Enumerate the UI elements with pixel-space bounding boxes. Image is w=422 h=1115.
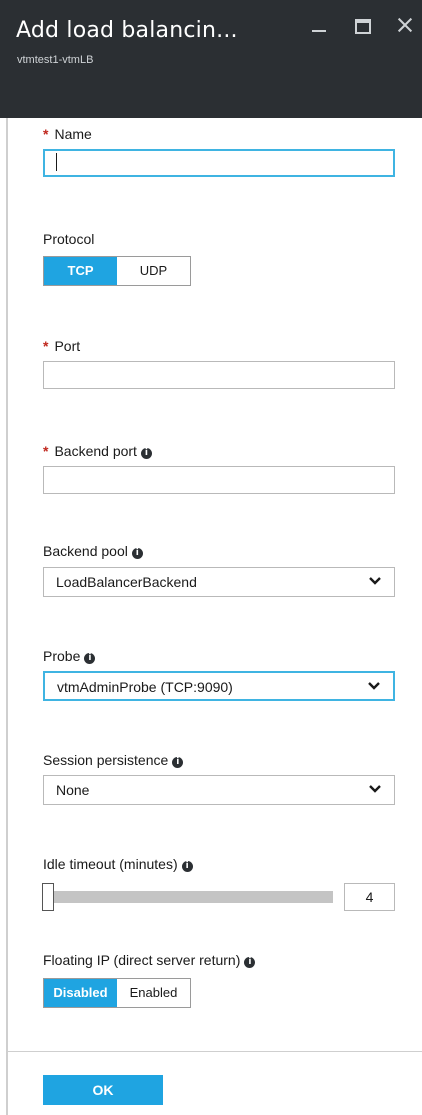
session-persistence-label: Session persistence i: [43, 752, 184, 768]
name-label: * Name: [43, 126, 92, 142]
probe-select[interactable]: vtmAdminProbe (TCP:9090): [43, 671, 395, 701]
probe-value: vtmAdminProbe (TCP:9090): [57, 679, 233, 695]
protocol-tcp-option[interactable]: TCP: [44, 257, 117, 285]
info-icon[interactable]: i: [84, 653, 96, 664]
minimize-icon[interactable]: [308, 14, 330, 36]
required-marker: *: [43, 338, 49, 354]
blade-subtitle: vtmtest1-vtmLB: [17, 54, 94, 66]
blade-title: Add load balancin...: [16, 18, 238, 43]
probe-label: Probe i: [43, 648, 96, 664]
floating-ip-label: Floating IP (direct server return) i: [43, 952, 256, 968]
info-icon[interactable]: i: [244, 957, 256, 968]
backend-port-label: * Backend port i: [43, 443, 152, 459]
protocol-toggle: TCP UDP: [43, 256, 191, 286]
idle-timeout-label: Idle timeout (minutes) i: [43, 856, 193, 872]
chevron-down-icon: [369, 785, 381, 793]
close-icon[interactable]: [394, 14, 416, 36]
backend-pool-value: LoadBalancerBackend: [56, 574, 197, 590]
chevron-down-icon: [369, 577, 381, 585]
floating-ip-disabled-option[interactable]: Disabled: [44, 979, 117, 1007]
ok-button[interactable]: OK: [43, 1075, 163, 1105]
chevron-down-icon: [368, 682, 380, 690]
info-icon[interactable]: i: [131, 548, 143, 559]
port-input[interactable]: [43, 361, 395, 389]
maximize-icon[interactable]: [352, 14, 374, 36]
idle-timeout-slider-thumb[interactable]: [42, 883, 54, 911]
floating-ip-enabled-option[interactable]: Enabled: [117, 979, 190, 1007]
info-icon[interactable]: i: [140, 448, 152, 459]
port-label: * Port: [43, 338, 81, 354]
backend-pool-label: Backend pool i: [43, 543, 143, 559]
blade-left-border: [6, 118, 8, 1115]
name-input[interactable]: [43, 149, 395, 177]
backend-port-input[interactable]: [43, 466, 395, 494]
protocol-udp-option[interactable]: UDP: [117, 257, 190, 285]
idle-timeout-slider-track[interactable]: [47, 891, 333, 903]
required-marker: *: [43, 126, 49, 142]
blade-header: Add load balancin... vtmtest1-vtmLB: [0, 0, 422, 118]
footer-divider: [8, 1051, 422, 1052]
required-marker: *: [43, 443, 49, 459]
session-persistence-value: None: [56, 782, 90, 798]
info-icon[interactable]: i: [181, 861, 193, 872]
session-persistence-select[interactable]: None: [43, 775, 395, 805]
floating-ip-toggle: Disabled Enabled: [43, 978, 191, 1008]
text-caret: [56, 153, 57, 171]
backend-pool-select[interactable]: LoadBalancerBackend: [43, 567, 395, 597]
info-icon[interactable]: i: [172, 757, 184, 768]
protocol-label: Protocol: [43, 231, 95, 247]
idle-timeout-value[interactable]: 4: [344, 883, 395, 911]
